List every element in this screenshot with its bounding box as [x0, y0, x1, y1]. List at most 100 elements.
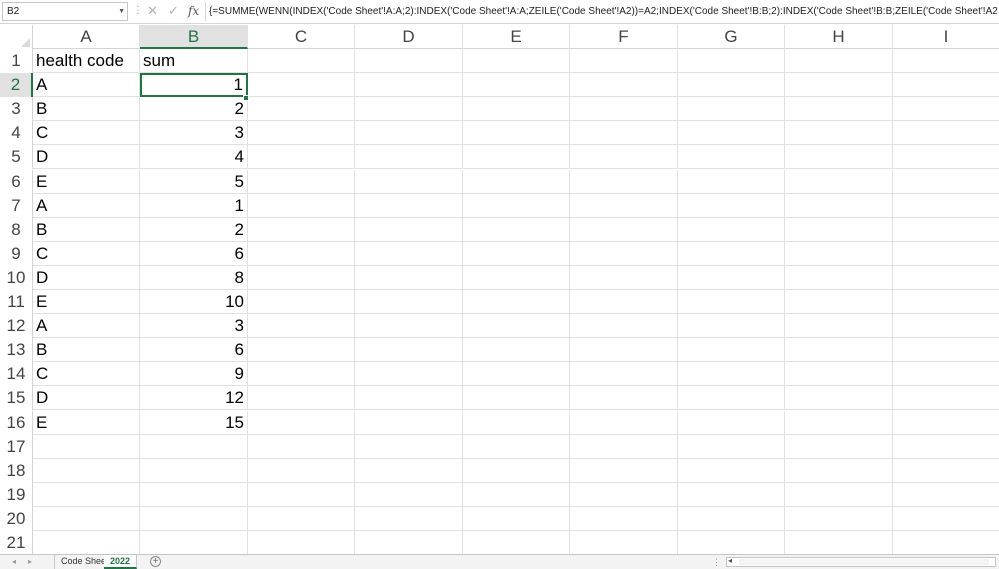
cell-empty[interactable] — [248, 410, 355, 435]
cell-empty[interactable] — [570, 410, 678, 435]
cell-empty[interactable] — [570, 458, 678, 483]
cell-empty[interactable] — [678, 145, 785, 170]
column-header-c[interactable]: C — [248, 25, 355, 49]
cell-empty[interactable] — [785, 290, 893, 314]
cell-b[interactable]: 6 — [140, 338, 248, 363]
cell-empty[interactable] — [893, 170, 999, 194]
row-header[interactable]: 13 — [0, 338, 33, 363]
cell-empty[interactable] — [893, 218, 999, 242]
cell-empty[interactable] — [248, 97, 355, 122]
cell-empty[interactable] — [570, 121, 678, 146]
cell-a[interactable]: D — [33, 265, 140, 290]
row-header[interactable]: 1 — [0, 49, 33, 73]
tab-split-handle-icon[interactable]: ⋮ — [712, 555, 721, 569]
sheet-tab-2022[interactable]: 2022 — [104, 555, 138, 569]
cell-empty[interactable] — [463, 290, 570, 314]
add-sheet-icon[interactable]: + — [150, 556, 161, 567]
cell-empty[interactable] — [248, 434, 355, 459]
cell-empty[interactable] — [463, 314, 570, 339]
row-header[interactable]: 6 — [0, 169, 33, 194]
row-header[interactable]: 4 — [0, 121, 33, 146]
column-header-i[interactable]: I — [893, 25, 999, 49]
cell-empty[interactable] — [893, 362, 999, 386]
cell-empty[interactable] — [355, 386, 463, 411]
cell-empty[interactable] — [678, 338, 785, 363]
cell-empty[interactable] — [248, 506, 355, 531]
cell-a[interactable]: D — [33, 386, 140, 411]
cell-b[interactable] — [140, 531, 248, 554]
cell-empty[interactable] — [785, 482, 893, 507]
cell-empty[interactable] — [463, 169, 570, 194]
cell-empty[interactable] — [355, 265, 463, 290]
cell-empty[interactable] — [355, 506, 463, 531]
cell-empty[interactable] — [785, 458, 893, 483]
cell-a[interactable]: C — [33, 241, 140, 266]
cell-a[interactable]: health code — [33, 49, 140, 73]
insert-function-icon[interactable]: fx — [188, 3, 199, 19]
cell-empty[interactable] — [785, 314, 893, 339]
cell-empty[interactable] — [463, 458, 570, 483]
cell-a[interactable] — [33, 434, 140, 459]
cell-empty[interactable] — [678, 506, 785, 531]
cell-empty[interactable] — [570, 290, 678, 314]
cell-empty[interactable] — [893, 97, 999, 121]
cell-empty[interactable] — [248, 386, 355, 411]
cell-a[interactable]: A — [33, 314, 140, 339]
cell-empty[interactable] — [355, 410, 463, 435]
row-header[interactable]: 12 — [0, 314, 33, 339]
cell-empty[interactable] — [785, 434, 893, 459]
cell-empty[interactable] — [785, 338, 893, 363]
cell-b[interactable]: 12 — [140, 386, 248, 411]
cell-empty[interactable] — [785, 145, 893, 170]
cell-empty[interactable] — [893, 338, 999, 362]
cell-empty[interactable] — [570, 482, 678, 507]
cell-empty[interactable] — [893, 459, 999, 483]
cell-empty[interactable] — [893, 314, 999, 338]
cell-empty[interactable] — [570, 145, 678, 170]
cell-empty[interactable] — [570, 434, 678, 459]
cell-empty[interactable] — [678, 362, 785, 387]
cell-empty[interactable] — [570, 193, 678, 218]
cell-a[interactable]: C — [33, 362, 140, 387]
cell-a[interactable] — [33, 531, 140, 554]
cell-empty[interactable] — [355, 458, 463, 483]
cell-a[interactable]: B — [33, 338, 140, 363]
scrollbar-thumb[interactable] — [739, 559, 989, 565]
cell-b[interactable]: 1 — [140, 193, 248, 218]
cell-empty[interactable] — [463, 482, 570, 507]
row-header[interactable]: 20 — [0, 506, 33, 531]
cell-empty[interactable] — [355, 73, 463, 98]
cell-empty[interactable] — [893, 386, 999, 410]
cell-b[interactable]: 9 — [140, 362, 248, 387]
cell-empty[interactable] — [893, 435, 999, 459]
cell-empty[interactable] — [893, 49, 999, 73]
cell-empty[interactable] — [248, 290, 355, 314]
cell-b[interactable] — [140, 434, 248, 459]
cell-empty[interactable] — [570, 265, 678, 290]
cell-empty[interactable] — [248, 193, 355, 218]
cell-empty[interactable] — [355, 121, 463, 146]
cell-b[interactable]: sum — [140, 49, 248, 73]
cell-empty[interactable] — [570, 531, 678, 554]
cell-empty[interactable] — [248, 482, 355, 507]
row-header[interactable]: 10 — [0, 265, 33, 290]
row-header[interactable]: 9 — [0, 241, 33, 266]
row-header[interactable]: 18 — [0, 458, 33, 483]
row-header[interactable]: 7 — [0, 193, 33, 218]
cell-empty[interactable] — [785, 410, 893, 435]
column-header-b[interactable]: B — [140, 25, 248, 49]
cell-empty[interactable] — [893, 121, 999, 145]
column-header-f[interactable]: F — [570, 25, 678, 49]
cell-empty[interactable] — [678, 314, 785, 339]
row-header[interactable]: 19 — [0, 482, 33, 507]
column-header-d[interactable]: D — [355, 25, 463, 49]
cell-empty[interactable] — [248, 49, 355, 73]
cell-empty[interactable] — [463, 145, 570, 170]
cell-a[interactable]: B — [33, 97, 140, 122]
cell-a[interactable]: A — [33, 193, 140, 218]
cell-empty[interactable] — [355, 362, 463, 387]
cell-a[interactable] — [33, 458, 140, 483]
cell-a[interactable]: E — [33, 169, 140, 194]
cell-b[interactable]: 10 — [140, 290, 248, 314]
cell-empty[interactable] — [785, 73, 893, 98]
